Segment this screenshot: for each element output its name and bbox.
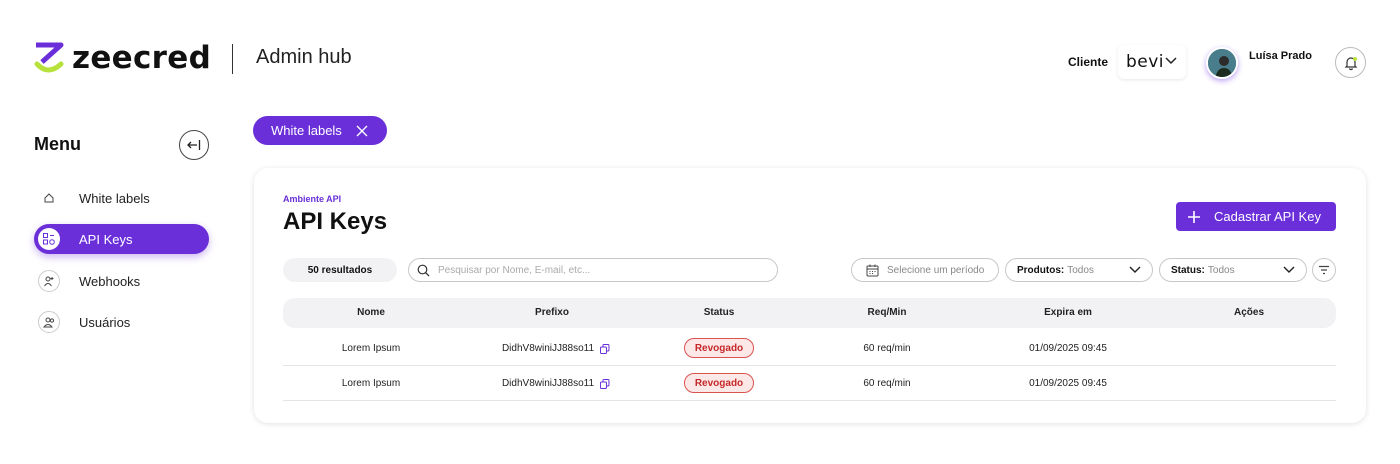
cell-nome: Lorem Ipsum — [341, 378, 401, 389]
prefix-text: DidhV8winiJJ88so11 — [501, 343, 595, 354]
copy-icon[interactable] — [600, 378, 610, 389]
menu-title: Menu — [34, 134, 81, 154]
select-value: Todos — [1067, 264, 1094, 276]
advanced-filter-button[interactable] — [1312, 258, 1336, 282]
column-header-req-min[interactable]: Req/Min — [868, 307, 907, 318]
header-divider — [232, 44, 233, 74]
button-label: Cadastrar API Key — [1214, 209, 1321, 224]
calendar-icon — [866, 264, 879, 276]
status-filter-select[interactable]: Status: Todos — [1159, 258, 1307, 282]
sidebar-item-api-keys[interactable]: API Keys — [34, 224, 209, 254]
client-value: bevi — [1126, 52, 1165, 72]
copy-icon[interactable] — [600, 343, 610, 354]
zeecred-logo-mark — [34, 42, 64, 73]
table-row[interactable]: Lorem Ipsum DidhV8winiJJ88so11 Revogado … — [283, 331, 1336, 366]
filter-icon — [1319, 265, 1329, 275]
table-header: Nome Prefixo Status Req/Min Expira em Aç… — [283, 298, 1336, 328]
home-icon — [38, 187, 60, 209]
sidebar-item-label: API Keys — [79, 231, 133, 247]
chevron-down-icon — [1283, 266, 1295, 273]
brand-name: zeecred — [72, 40, 212, 76]
select-key: Status: — [1171, 264, 1205, 276]
brand-logo[interactable]: zeecred — [34, 42, 211, 74]
hub-title: Admin hub — [256, 46, 352, 68]
notifications-button[interactable] — [1335, 47, 1366, 78]
register-api-key-button[interactable]: Cadastrar API Key — [1176, 202, 1336, 231]
products-filter-select[interactable]: Produtos: Todos — [1005, 258, 1153, 282]
plus-icon — [1188, 210, 1200, 223]
cell-expira-em: 01/09/2025 09:45 — [1029, 343, 1107, 354]
sidebar-item-white-labels[interactable]: White labels — [34, 183, 209, 213]
column-header-expira-em[interactable]: Expira em — [1044, 307, 1092, 318]
status-badge: Revogado — [684, 338, 754, 358]
page-title: API Keys — [283, 208, 388, 235]
chevron-down-icon — [1165, 57, 1177, 65]
period-picker[interactable]: Selecione um período — [851, 258, 999, 282]
select-value: Todos — [1207, 264, 1235, 276]
sidebar-item-usuarios[interactable]: Usuários — [34, 307, 209, 337]
client-select[interactable]: bevi — [1118, 45, 1186, 79]
search-box[interactable] — [408, 258, 778, 282]
filter-chip-white-labels[interactable]: White labels — [253, 116, 387, 145]
sidebar-item-label: White labels — [79, 190, 150, 206]
collapse-menu-button[interactable] — [179, 130, 209, 160]
chevron-down-icon — [1129, 266, 1141, 273]
chip-label: White labels — [271, 123, 342, 138]
sidebar-item-label: Usuários — [79, 314, 131, 330]
close-icon[interactable] — [356, 125, 368, 137]
results-count: 50 resultados — [283, 258, 397, 282]
cell-nome: Lorem Ipsum — [341, 343, 401, 354]
sidebar-item-label: Webhooks — [79, 273, 141, 289]
prefix-text: DidhV8winiJJ88so11 — [501, 378, 595, 389]
search-input[interactable] — [438, 264, 758, 276]
table-row[interactable]: Lorem Ipsum DidhV8winiJJ88so11 Revogado … — [283, 366, 1336, 401]
select-key: Produtos: — [1017, 264, 1065, 276]
webhook-icon — [38, 270, 60, 292]
cell-req-min: 60 req/min — [863, 343, 911, 354]
column-header-status[interactable]: Status — [704, 307, 735, 318]
client-label: Cliente — [1068, 55, 1109, 69]
cell-expira-em: 01/09/2025 09:45 — [1029, 378, 1107, 389]
users-icon — [38, 311, 60, 333]
status-badge: Revogado — [684, 373, 754, 393]
api-key-icon — [38, 228, 60, 250]
cell-prefixo: DidhV8winiJJ88so11 — [502, 343, 610, 354]
period-placeholder: Selecione um período — [887, 264, 985, 276]
column-header-acoes: Ações — [1233, 307, 1265, 318]
column-header-nome[interactable]: Nome — [357, 307, 385, 318]
cell-prefixo: DidhV8winiJJ88so11 — [502, 378, 610, 389]
column-header-prefixo[interactable]: Prefixo — [535, 307, 569, 318]
sidebar-item-webhooks[interactable]: Webhooks — [34, 266, 209, 296]
user-name: Luísa Prado — [1249, 50, 1312, 62]
environment-label: Ambiente API — [283, 194, 342, 204]
cell-req-min: 60 req/min — [863, 378, 911, 389]
api-keys-card: Ambiente API API Keys Cadastrar API Key … — [254, 168, 1366, 423]
bell-icon — [1344, 56, 1357, 70]
avatar[interactable] — [1206, 47, 1238, 79]
user-avatar-icon — [1208, 49, 1236, 77]
search-icon — [417, 264, 430, 276]
collapse-left-icon — [187, 140, 201, 150]
